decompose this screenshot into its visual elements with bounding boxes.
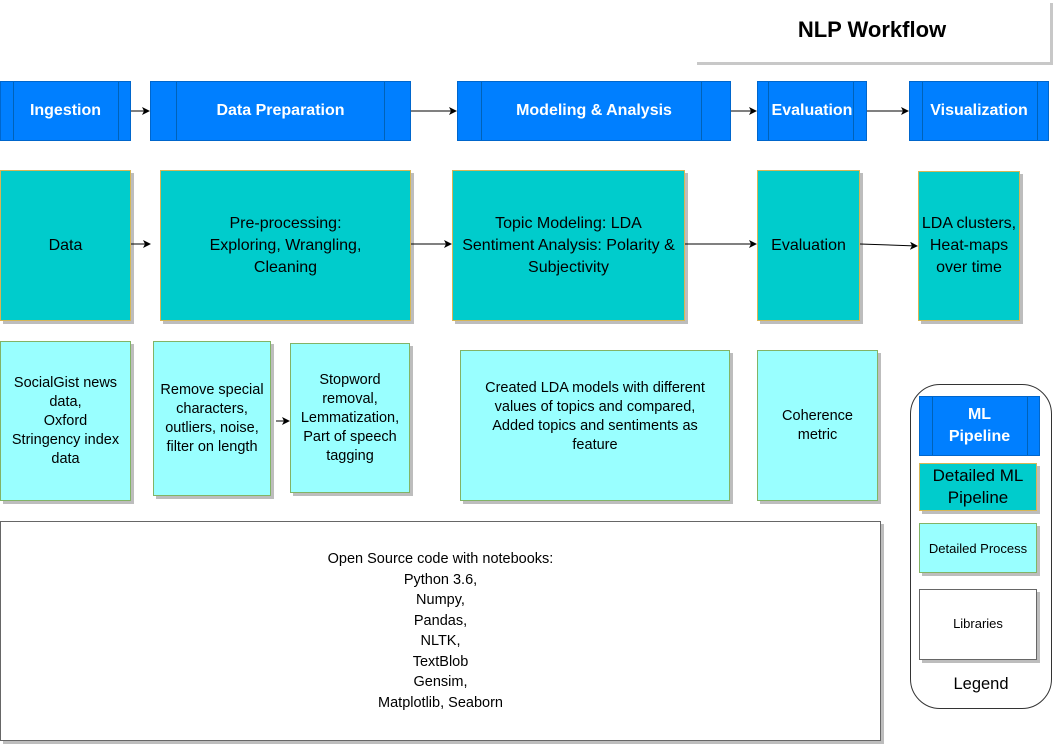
legend-item-ml-pipeline: ML Pipeline bbox=[919, 396, 1040, 456]
title-box: NLP Workflow bbox=[694, 0, 1050, 62]
process-data-sources[interactable]: SocialGist news data, Oxford Stringency … bbox=[0, 341, 131, 501]
library-item: Pandas, bbox=[413, 612, 468, 629]
detail-preprocessing[interactable]: Pre-processing: Exploring, Wrangling, Cl… bbox=[160, 170, 411, 321]
process-cleaning[interactable]: Remove special characters, outliers, noi… bbox=[153, 341, 271, 496]
legend-item-libraries: Libraries bbox=[919, 589, 1037, 660]
stage-visualization[interactable]: Visualization bbox=[909, 81, 1049, 141]
diagram-title: NLP Workflow bbox=[797, 17, 947, 42]
stage-label: Visualization bbox=[930, 102, 1028, 119]
detail-visualization[interactable]: LDA clusters, Heat-maps over time bbox=[918, 171, 1020, 321]
detail-data[interactable]: Data bbox=[0, 170, 131, 321]
stage-ingestion[interactable]: Ingestion bbox=[0, 81, 131, 141]
legend-label: Libraries bbox=[953, 616, 1003, 632]
arrow-eval-to-visual-detail bbox=[859, 241, 918, 250]
library-item: Python 3.6, bbox=[403, 571, 478, 588]
legend-title: Legend bbox=[953, 675, 1009, 693]
detail-evaluation[interactable]: Evaluation bbox=[757, 170, 860, 321]
process-coherence[interactable]: Coherence metric bbox=[757, 350, 878, 501]
stage-data-preparation[interactable]: Data Preparation bbox=[150, 81, 411, 141]
library-item: NLTK, bbox=[420, 633, 461, 649]
stage-label: Ingestion bbox=[29, 102, 102, 119]
stage-label: Data Preparation bbox=[216, 102, 345, 119]
library-item: Gensim, bbox=[413, 674, 468, 690]
library-item: Matplotlib, Seaborn bbox=[378, 694, 503, 711]
libraries-box: Open Source code with notebooks: Python … bbox=[0, 521, 881, 741]
legend-item-detailed-ml-pipeline: Detailed ML Pipeline bbox=[919, 463, 1037, 511]
stage-label: Evaluation bbox=[771, 102, 853, 119]
detail-modeling[interactable]: Topic Modeling: LDA Sentiment Analysis: … bbox=[452, 170, 685, 321]
library-item: TextBlob bbox=[412, 653, 469, 670]
stage-label: Modeling & Analysis bbox=[516, 102, 672, 119]
legend-item-detailed-process: Detailed Process bbox=[919, 523, 1037, 573]
legend-label: ML Pipeline bbox=[948, 406, 1011, 445]
stage-modeling-analysis[interactable]: Modeling & Analysis bbox=[457, 81, 731, 141]
libraries-heading: Open Source code with notebooks: bbox=[327, 551, 554, 567]
process-lda-models[interactable]: Created LDA models with different values… bbox=[460, 350, 730, 501]
process-nlp-preprocessing[interactable]: Stopword removal, Lemmatization, Part of… bbox=[290, 343, 410, 493]
stage-evaluation[interactable]: Evaluation bbox=[757, 81, 867, 141]
library-item: Numpy, bbox=[416, 592, 465, 608]
